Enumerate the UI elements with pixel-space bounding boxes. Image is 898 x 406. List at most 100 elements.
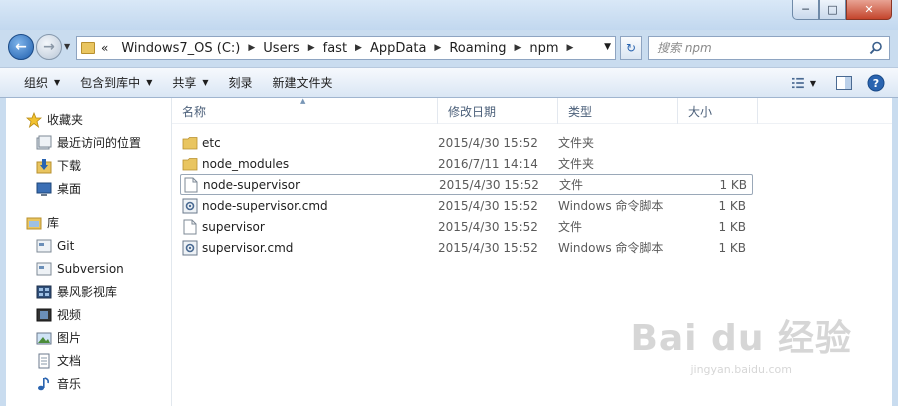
file-row[interactable]: node_modules 2016/7/11 14:14 文件夹 xyxy=(180,153,753,174)
arrow-left-icon: ← xyxy=(15,39,27,55)
column-header-name[interactable]: ▲ 名称 xyxy=(172,97,438,124)
explorer-content: 收藏夹 最近访问的位置 下载 桌面 库 Git Subversion 暴风影视库… xyxy=(6,97,892,406)
music-note-icon xyxy=(36,376,52,392)
folder-icon xyxy=(182,135,198,151)
breadcrumb-npm[interactable]: npm ▶ xyxy=(524,41,576,56)
navigation-pane: 收藏夹 最近访问的位置 下载 桌面 库 Git Subversion 暴风影视库… xyxy=(6,98,172,406)
back-button[interactable]: ← xyxy=(8,34,34,60)
nav-item-music[interactable]: 音乐 xyxy=(6,372,171,395)
search-icon[interactable] xyxy=(869,41,883,55)
file-name: etc xyxy=(202,135,221,150)
share-menu[interactable]: 共享 ▼ xyxy=(162,71,218,95)
chevron-down-icon: ▼ xyxy=(202,78,209,87)
nav-item-git[interactable]: Git xyxy=(6,234,171,257)
breadcrumb-users[interactable]: Users ▶ xyxy=(258,41,317,56)
chevron-right-icon[interactable]: ▶ xyxy=(245,43,258,53)
file-name: node-supervisor xyxy=(203,177,301,192)
file-name: node-supervisor.cmd xyxy=(202,198,328,213)
watermark-url: jingyan.baidu.com xyxy=(690,363,792,376)
nav-item-videos[interactable]: 视频 xyxy=(6,303,171,326)
nav-favorites[interactable]: 收藏夹 xyxy=(6,108,171,131)
burn-button[interactable]: 刻录 xyxy=(219,71,263,95)
preview-pane-button[interactable] xyxy=(832,72,856,94)
minimize-button[interactable]: ─ xyxy=(792,0,819,20)
chevron-right-icon[interactable]: ▶ xyxy=(511,43,524,53)
command-bar: 组织 ▼ 包含到库中 ▼ 共享 ▼ 刻录 新建文件夹 ▼ ? xyxy=(0,67,898,98)
nav-item-pictures[interactable]: 图片 xyxy=(6,326,171,349)
file-type: Windows 命令脚本 xyxy=(558,199,664,213)
file-date: 2015/4/30 15:52 xyxy=(438,240,538,255)
file-date: 2015/4/30 15:52 xyxy=(439,177,539,192)
file-list: ▲ 名称 修改日期 类型 大小 etc 2015/4/30 15:52 文件夹 … xyxy=(172,97,892,406)
star-icon xyxy=(26,111,42,128)
address-bar[interactable]: « Windows7_OS (C:) ▶ Users ▶ fast ▶ AppData… xyxy=(76,36,616,60)
chevron-right-icon[interactable]: ▶ xyxy=(564,43,577,53)
file-row[interactable]: supervisor 2015/4/30 15:52 文件 1 KB xyxy=(180,216,753,237)
file-type: 文件 xyxy=(559,178,584,192)
chevron-down-icon: ▼ xyxy=(146,78,153,87)
nav-item-downloads[interactable]: 下载 xyxy=(6,154,171,177)
svg-text:?: ? xyxy=(873,77,879,90)
file-row[interactable]: supervisor.cmd 2015/4/30 15:52 Windows 命… xyxy=(180,237,753,258)
refresh-icon: ↻ xyxy=(625,41,637,55)
breadcrumb-overflow[interactable]: « xyxy=(101,41,108,55)
nav-item-desktop[interactable]: 桌面 xyxy=(6,177,171,200)
organize-menu[interactable]: 组织 ▼ xyxy=(14,71,70,95)
file-name: supervisor.cmd xyxy=(202,240,294,255)
search-box[interactable] xyxy=(648,36,890,60)
recent-pages-dropdown[interactable]: ▼ xyxy=(64,42,70,51)
watermark: Bai du 经验 jingyan.baidu.com xyxy=(630,309,852,376)
file-date: 2015/4/30 15:52 xyxy=(438,219,538,234)
file-size: 1 KB xyxy=(718,198,746,213)
nav-item-recent-places[interactable]: 最近访问的位置 xyxy=(6,131,171,154)
file-type: 文件夹 xyxy=(558,136,595,150)
refresh-button[interactable]: ↻ xyxy=(620,36,642,60)
address-dropdown-icon[interactable]: ▼ xyxy=(604,42,611,52)
column-header-type[interactable]: 类型 xyxy=(558,98,678,124)
title-bar: ─ □ ✕ xyxy=(0,0,898,30)
file-icon xyxy=(182,219,198,235)
breadcrumb-roaming[interactable]: Roaming ▶ xyxy=(444,41,524,56)
chevron-right-icon[interactable]: ▶ xyxy=(352,43,365,53)
breadcrumb-windows7-os[interactable]: Windows7_OS (C:) ▶ xyxy=(116,41,258,56)
help-icon: ? xyxy=(867,74,885,92)
file-name: node_modules xyxy=(202,156,290,171)
file-type: 文件 xyxy=(558,220,583,234)
document-icon xyxy=(36,353,52,369)
file-size: 1 KB xyxy=(719,177,747,192)
nav-item-subversion[interactable]: Subversion xyxy=(6,257,171,280)
new-folder-button[interactable]: 新建文件夹 xyxy=(263,71,343,95)
file-date: 2016/7/11 14:14 xyxy=(438,156,538,171)
close-button[interactable]: ✕ xyxy=(846,0,892,20)
chevron-down-icon[interactable]: ▼ xyxy=(810,79,816,88)
nav-libraries[interactable]: 库 xyxy=(6,211,171,234)
desktop-icon xyxy=(36,181,52,197)
file-date: 2015/4/30 15:52 xyxy=(438,135,538,150)
navigation-bar: ← → ▼ « Windows7_OS (C:) ▶ Users ▶ fast ▶ A… xyxy=(0,30,898,64)
libraries-icon xyxy=(26,215,42,231)
file-row-selected[interactable]: node-supervisor 2015/4/30 15:52 文件 1 KB xyxy=(180,174,753,195)
change-view-button[interactable]: ▼ xyxy=(792,72,816,94)
chevron-down-icon: ▼ xyxy=(54,78,61,87)
file-name: supervisor xyxy=(202,219,265,234)
include-in-library-menu[interactable]: 包含到库中 ▼ xyxy=(70,71,162,95)
column-header-date-modified[interactable]: 修改日期 xyxy=(438,98,558,124)
chevron-right-icon[interactable]: ▶ xyxy=(431,43,444,53)
view-details-icon xyxy=(792,77,804,89)
breadcrumb-appdata[interactable]: AppData ▶ xyxy=(365,41,444,56)
search-input[interactable] xyxy=(657,41,867,55)
forward-button[interactable]: → xyxy=(36,34,62,60)
file-row[interactable]: node-supervisor.cmd 2015/4/30 15:52 Wind… xyxy=(180,195,753,216)
file-size: 1 KB xyxy=(718,219,746,234)
window-controls: ─ □ ✕ xyxy=(792,0,892,20)
help-button[interactable]: ? xyxy=(864,72,888,94)
column-header-size[interactable]: 大小 xyxy=(678,98,758,124)
view-controls: ▼ ? xyxy=(786,72,888,94)
file-row[interactable]: etc 2015/4/30 15:52 文件夹 xyxy=(180,132,753,153)
chevron-right-icon[interactable]: ▶ xyxy=(305,43,318,53)
nav-item-baofeng-library[interactable]: 暴风影视库 xyxy=(6,280,171,303)
nav-item-documents[interactable]: 文档 xyxy=(6,349,171,372)
file-date: 2015/4/30 15:52 xyxy=(438,198,538,213)
maximize-button[interactable]: □ xyxy=(819,0,846,20)
breadcrumb-fast[interactable]: fast ▶ xyxy=(318,41,365,56)
